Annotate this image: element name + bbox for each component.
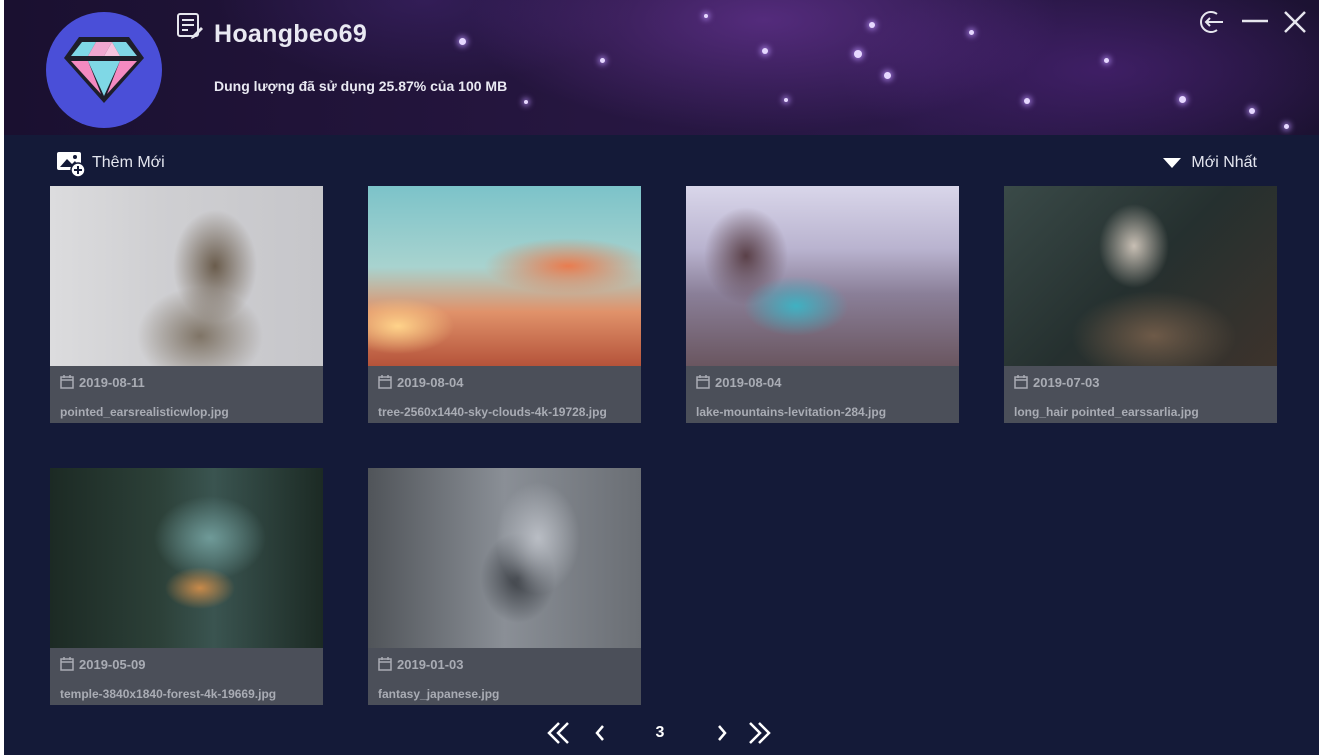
logout-button[interactable] xyxy=(1197,7,1227,37)
image-card[interactable]: 2019-07-03 long_hair pointed_earssarlia.… xyxy=(1004,186,1277,423)
card-date-text: 2019-01-03 xyxy=(397,656,464,672)
star-decoration xyxy=(524,100,528,104)
image-thumbnail xyxy=(368,186,641,366)
star-decoration xyxy=(704,14,708,18)
minimize-button[interactable] xyxy=(1240,7,1270,37)
image-thumbnail xyxy=(50,468,323,648)
close-icon xyxy=(1284,11,1306,33)
close-button[interactable] xyxy=(1280,7,1310,37)
card-date: 2019-01-03 xyxy=(378,656,464,672)
star-decoration xyxy=(762,48,768,54)
star-decoration xyxy=(1179,96,1186,103)
calendar-icon xyxy=(60,657,74,671)
card-filename: temple-3840x1840-forest-4k-19669.jpg xyxy=(60,687,277,701)
chevron-left-icon xyxy=(595,725,604,741)
chevron-right-icon xyxy=(718,725,727,741)
double-chevron-left-icon xyxy=(547,722,569,744)
card-filename: lake-mountains-levitation-284.jpg xyxy=(696,405,887,419)
calendar-icon xyxy=(378,657,392,671)
minimize-icon xyxy=(1242,19,1268,23)
calendar-icon xyxy=(60,375,74,389)
card-date-text: 2019-07-03 xyxy=(1033,374,1100,390)
card-date-text: 2019-08-11 xyxy=(79,374,145,390)
card-date: 2019-07-03 xyxy=(1014,374,1100,390)
caret-down-icon xyxy=(1163,158,1182,168)
add-new-button[interactable]: Thêm Mới xyxy=(56,149,165,177)
edit-profile-icon[interactable] xyxy=(176,12,204,40)
card-date-text: 2019-08-04 xyxy=(397,374,464,390)
username: Hoangbeo69 xyxy=(214,20,368,48)
image-card[interactable]: 2019-08-11 pointed_earsrealisticwlop.jpg xyxy=(50,186,323,423)
image-thumbnail xyxy=(686,186,959,366)
sort-label: Mới Nhất xyxy=(1191,154,1257,171)
card-filename: tree-2560x1440-sky-clouds-4k-19728.jpg xyxy=(378,405,607,419)
star-decoration xyxy=(969,30,974,35)
calendar-icon xyxy=(378,375,392,389)
card-filename: fantasy_japanese.jpg xyxy=(378,687,500,701)
card-date: 2019-08-11 xyxy=(60,374,145,390)
first-page-button[interactable] xyxy=(546,720,572,746)
previous-page-button[interactable] xyxy=(588,720,614,746)
profile-header: Hoangbeo69 Dung lượng đã sử dụng 25.87% … xyxy=(4,0,1319,135)
star-decoration xyxy=(1284,124,1289,129)
card-date: 2019-08-04 xyxy=(378,374,464,390)
pagination: 3 xyxy=(4,712,1319,752)
card-date-text: 2019-08-04 xyxy=(715,374,782,390)
star-decoration xyxy=(884,72,891,79)
add-new-label: Thêm Mới xyxy=(92,154,165,171)
app-window: Hoangbeo69 Dung lượng đã sử dụng 25.87% … xyxy=(4,0,1319,755)
star-decoration xyxy=(784,98,788,102)
calendar-icon xyxy=(696,375,710,389)
double-chevron-right-icon xyxy=(749,722,771,744)
image-card[interactable]: 2019-01-03 fantasy_japanese.jpg xyxy=(368,468,641,705)
storage-usage-text: Dung lượng đã sử dụng 25.87% của 100 MB xyxy=(214,78,508,94)
star-decoration xyxy=(854,50,862,58)
avatar[interactable] xyxy=(46,12,162,128)
logout-icon xyxy=(1200,11,1223,33)
image-thumbnail xyxy=(50,186,323,366)
star-decoration xyxy=(1104,58,1109,63)
star-decoration xyxy=(459,38,466,45)
calendar-icon xyxy=(1014,375,1028,389)
next-page-button[interactable] xyxy=(708,720,734,746)
card-filename: long_hair pointed_earssarlia.jpg xyxy=(1014,405,1199,419)
image-card[interactable]: 2019-08-04 tree-2560x1440-sky-clouds-4k-… xyxy=(368,186,641,423)
star-decoration xyxy=(869,22,875,28)
star-decoration xyxy=(600,58,605,63)
last-page-button[interactable] xyxy=(746,720,772,746)
card-date: 2019-08-04 xyxy=(696,374,782,390)
image-thumbnail xyxy=(368,468,641,648)
card-filename: pointed_earsrealisticwlop.jpg xyxy=(60,405,229,419)
star-decoration xyxy=(1249,108,1255,114)
sort-dropdown[interactable]: Mới Nhất xyxy=(1163,149,1257,177)
current-page-number: 3 xyxy=(655,724,665,741)
diamond-icon xyxy=(64,37,144,103)
card-date: 2019-05-09 xyxy=(60,656,146,672)
image-card[interactable]: 2019-08-04 lake-mountains-levitation-284… xyxy=(686,186,959,423)
image-thumbnail xyxy=(1004,186,1277,366)
star-decoration xyxy=(1024,98,1030,104)
card-date-text: 2019-05-09 xyxy=(79,656,146,672)
add-image-icon xyxy=(57,152,86,177)
image-card[interactable]: 2019-05-09 temple-3840x1840-forest-4k-19… xyxy=(50,468,323,705)
